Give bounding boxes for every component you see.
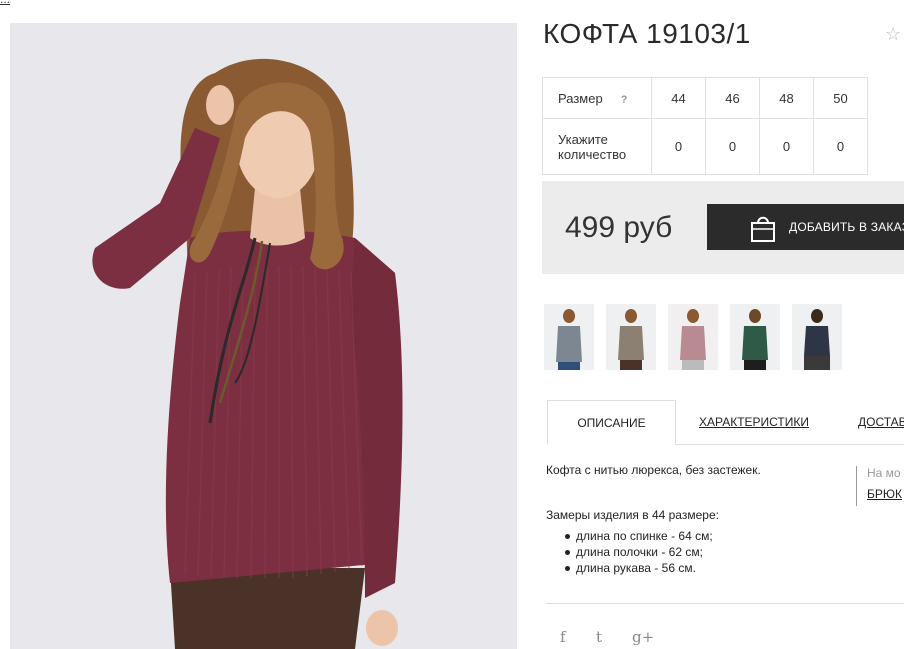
size-option-44[interactable]: 44 bbox=[651, 77, 706, 119]
model-info-text: На мо bbox=[867, 466, 901, 480]
quantity-input-48[interactable]: 0 bbox=[759, 118, 814, 175]
size-label-cell: Размер? bbox=[542, 77, 652, 119]
thumbnail-green[interactable] bbox=[730, 304, 780, 370]
thumbnail-grey[interactable] bbox=[544, 304, 594, 370]
tab-delivery[interactable]: ДОСТАВКА bbox=[858, 400, 904, 445]
shopping-bag-icon bbox=[751, 216, 775, 242]
size-quantity-table: Размер? 44 46 48 50 Укажите количество 0 … bbox=[542, 77, 868, 175]
quantity-input-50[interactable]: 0 bbox=[813, 118, 868, 175]
product-tabs: ОПИСАНИЕ ХАРАКТЕРИСТИКИ ДОСТАВКА bbox=[547, 400, 904, 445]
measurements-title: Замеры изделия в 44 размере: bbox=[546, 508, 719, 522]
quantity-label-line2: количество bbox=[558, 146, 627, 162]
star-outline-icon[interactable]: ☆ bbox=[885, 24, 901, 45]
quantity-label-line1: Укажите bbox=[558, 131, 608, 147]
model-info-panel: На мо БРЮК bbox=[856, 466, 904, 506]
thumbnail-pink[interactable] bbox=[668, 304, 718, 370]
price-bar: 499 руб ДОБАВИТЬ В ЗАКАЗ bbox=[542, 181, 904, 274]
list-item: длина полочки - 62 см; bbox=[565, 545, 713, 561]
quantity-input-44[interactable]: 0 bbox=[651, 118, 706, 175]
tab-description[interactable]: ОПИСАНИЕ bbox=[547, 400, 676, 445]
size-help-icon[interactable]: ? bbox=[621, 94, 628, 106]
add-to-order-label: ДОБАВИТЬ В ЗАКАЗ bbox=[789, 220, 904, 234]
size-option-50[interactable]: 50 bbox=[813, 77, 868, 119]
quantity-label-cell: Укажите количество bbox=[542, 118, 652, 175]
add-to-order-button[interactable]: ДОБАВИТЬ В ЗАКАЗ bbox=[707, 204, 904, 250]
googleplus-icon[interactable]: g+ bbox=[632, 628, 654, 646]
twitter-icon[interactable]: t bbox=[596, 628, 602, 646]
size-option-46[interactable]: 46 bbox=[705, 77, 760, 119]
description-text: Кофта с нитью люрекса, без застежек. bbox=[546, 463, 761, 477]
related-product-link[interactable]: БРЮК bbox=[867, 487, 904, 501]
divider bbox=[546, 603, 904, 604]
list-item: длина по спинке - 64 см; bbox=[565, 529, 713, 545]
thumbnail-navy[interactable] bbox=[792, 304, 842, 370]
measurements-list: длина по спинке - 64 см; длина полочки -… bbox=[565, 529, 713, 577]
tab-characteristics[interactable]: ХАРАКТЕРИСТИКИ bbox=[699, 400, 809, 445]
facebook-icon[interactable]: f bbox=[560, 628, 566, 646]
thumbnail-beige[interactable] bbox=[606, 304, 656, 370]
product-price: 499 руб bbox=[565, 211, 673, 244]
product-title: КОФТА 19103/1 bbox=[543, 18, 751, 49]
size-label: Размер bbox=[558, 90, 603, 106]
breadcrumb[interactable]: ... bbox=[0, 0, 10, 6]
quantity-input-46[interactable]: 0 bbox=[705, 118, 760, 175]
size-option-48[interactable]: 48 bbox=[759, 77, 814, 119]
product-main-image[interactable] bbox=[10, 23, 517, 649]
list-item: длина рукава - 56 см. bbox=[565, 561, 713, 577]
